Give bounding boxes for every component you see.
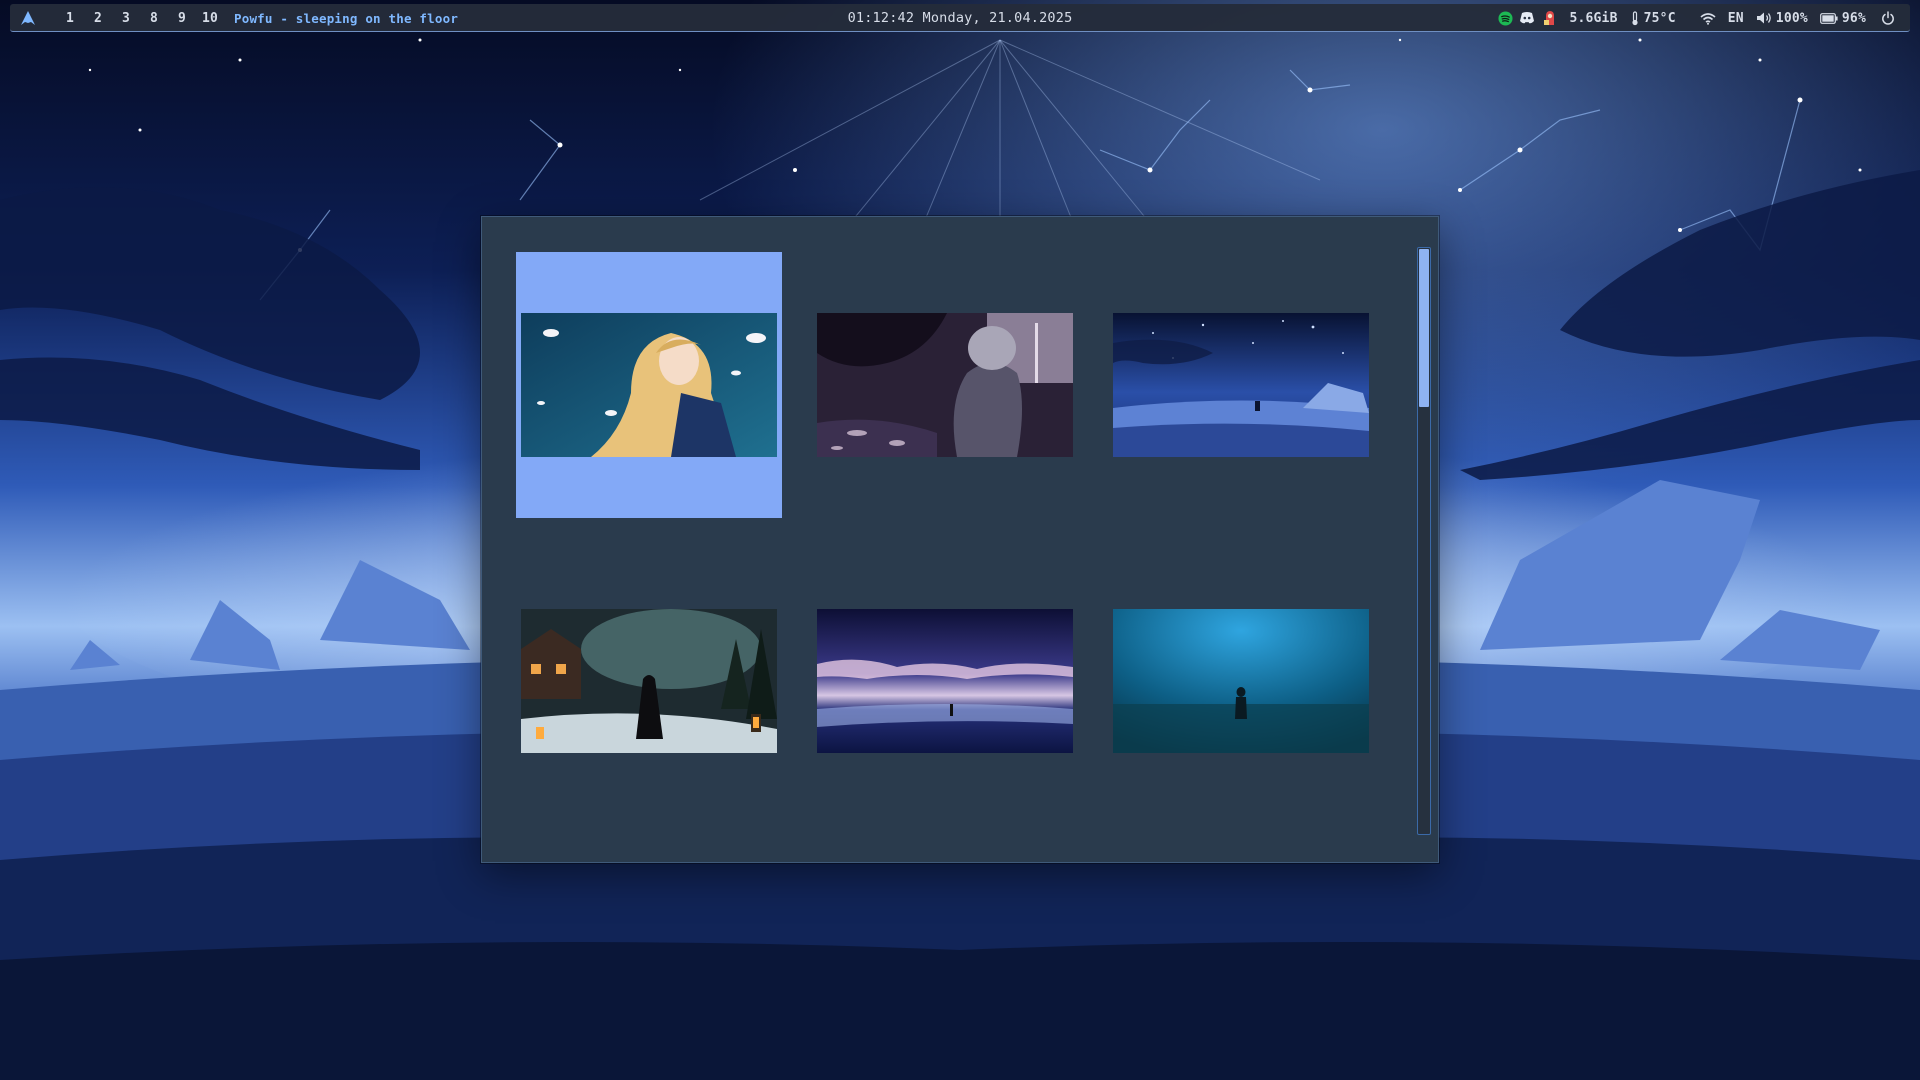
volume-module[interactable]: 100% (1756, 11, 1808, 26)
workspace-button-1[interactable]: 1 (56, 11, 84, 26)
temperature-label: 75°C (1643, 10, 1676, 26)
wallpaper-option-4[interactable] (516, 548, 782, 814)
wallpaper-option-3[interactable] (1108, 252, 1374, 518)
keyboard-layout-label: EN (1727, 10, 1744, 26)
wallpaper-picker-window (481, 216, 1439, 863)
temperature-module[interactable]: 75°C (1630, 11, 1676, 26)
wallpaper-thumbnail (817, 313, 1073, 457)
scrollbar-thumb[interactable] (1419, 249, 1429, 407)
thermometer-icon (1632, 10, 1638, 25)
picker-scrollbar[interactable] (1417, 247, 1431, 835)
workspace-button-2[interactable]: 2 (84, 11, 112, 26)
wallpaper-option-2[interactable] (812, 252, 1078, 518)
now-playing-label[interactable]: Powfu - sleeping on the floor (234, 11, 458, 26)
speaker-icon (1756, 12, 1771, 24)
discord-icon[interactable] (1519, 10, 1535, 26)
workspace-button-10[interactable]: 10 (196, 11, 224, 26)
wallpaper-thumbnail (521, 313, 777, 457)
wallpaper-option-6[interactable] (1108, 548, 1374, 814)
memory-module[interactable]: 5.6GiB (1569, 11, 1617, 26)
workspace-button-9[interactable]: 9 (168, 11, 196, 26)
bar-left-section: 1 2 3 8 9 10 Powfu - sleeping on the flo… (20, 4, 458, 32)
battery-module[interactable]: 96% (1820, 11, 1866, 26)
wallpaper-option-1[interactable] (516, 252, 782, 518)
volume-label: 100% (1775, 10, 1808, 26)
clock-label[interactable]: 01:12:42 Monday, 21.04.2025 (848, 10, 1073, 26)
bar-right-section: 5.6GiB 75°C EN 100% 96% (1497, 4, 1896, 32)
workspace-button-8[interactable]: 8 (140, 11, 168, 26)
wallpaper-thumbnail (1113, 313, 1369, 457)
battery-label: 96% (1841, 10, 1866, 26)
status-bar: 1 2 3 8 9 10 Powfu - sleeping on the flo… (10, 4, 1910, 32)
wallpaper-option-5[interactable] (812, 548, 1078, 814)
wifi-icon (1700, 12, 1716, 25)
wallpaper-grid (482, 217, 1422, 864)
wallpaper-thumbnail (1113, 609, 1369, 753)
wallpaper-thumbnail (521, 609, 777, 753)
spotify-icon[interactable] (1497, 10, 1513, 26)
network-module[interactable] (1700, 12, 1716, 25)
power-icon[interactable] (1880, 10, 1896, 26)
memory-label: 5.6GiB (1569, 10, 1618, 26)
arch-logo-icon[interactable] (20, 9, 38, 27)
workspace-button-3[interactable]: 3 (112, 11, 140, 26)
battery-icon (1820, 12, 1838, 24)
wallpaper-thumbnail (817, 609, 1073, 753)
keyboard-layout-module[interactable]: EN (1728, 11, 1744, 26)
app-tray-icon[interactable] (1541, 10, 1557, 26)
